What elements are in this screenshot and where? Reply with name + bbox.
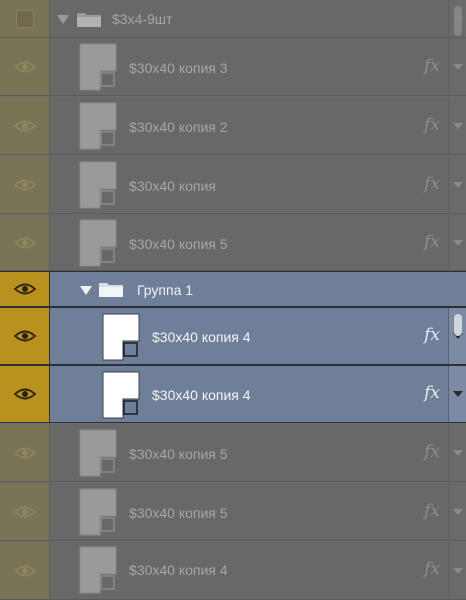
- visibility-toggle[interactable]: [0, 97, 50, 154]
- layer-row[interactable]: $30x40 копия 2 fx: [0, 97, 466, 155]
- layer-name: $30x40 копия 2: [129, 119, 228, 135]
- fx-icon[interactable]: fx: [424, 501, 440, 521]
- eye-icon[interactable]: [13, 329, 36, 343]
- visibility-toggle[interactable]: [0, 424, 50, 481]
- layer-thumbnail: [79, 161, 117, 209]
- fx-icon[interactable]: fx: [424, 115, 440, 135]
- fx-icon[interactable]: fx: [424, 325, 440, 345]
- layer-thumbnail: [102, 313, 140, 361]
- layer-name: $30x40 копия 4: [129, 562, 228, 578]
- layer-thumbnail: [79, 429, 117, 477]
- fx-icon[interactable]: fx: [424, 442, 440, 462]
- eye-icon[interactable]: [13, 564, 36, 578]
- folder-icon: [99, 283, 123, 297]
- eye-icon[interactable]: [13, 387, 36, 401]
- layer-options-menu[interactable]: [448, 38, 466, 95]
- fx-icon[interactable]: fx: [424, 56, 440, 76]
- layer-options-menu[interactable]: [448, 97, 466, 154]
- disclosure-triangle-icon[interactable]: [80, 286, 92, 295]
- layer-row[interactable]: $30x40 копия 3 fx: [0, 38, 466, 96]
- layer-thumbnail: [79, 546, 117, 594]
- visibility-toggle[interactable]: [0, 38, 50, 95]
- layer-options-menu[interactable]: [448, 483, 466, 540]
- eye-icon[interactable]: [13, 236, 36, 250]
- layer-group-row[interactable]: $3x4-9шт: [0, 0, 466, 38]
- layer-thumbnail: [79, 488, 117, 536]
- layer-options-menu[interactable]: [448, 156, 466, 213]
- layer-thumbnail: [79, 43, 117, 91]
- eye-icon[interactable]: [13, 505, 36, 519]
- layer-row[interactable]: $30x40 копия 5 fx: [0, 215, 466, 271]
- scrollbar-thumb[interactable]: [454, 314, 462, 336]
- eye-icon[interactable]: [13, 119, 36, 133]
- visibility-toggle[interactable]: [0, 308, 50, 364]
- visibility-toggle[interactable]: [0, 215, 50, 270]
- layer-name: $30x40 копия 3: [129, 60, 228, 76]
- layer-row[interactable]: $30x40 копия 5 fx: [0, 483, 466, 541]
- scrollbar-thumb[interactable]: [454, 6, 462, 36]
- fx-icon[interactable]: fx: [424, 383, 440, 403]
- eye-icon[interactable]: [13, 446, 36, 460]
- layer-group-name: $3x4-9шт: [112, 11, 173, 27]
- layer-thumbnail: [102, 371, 140, 419]
- layer-row-selected[interactable]: $30x40 копия 4 fx: [0, 307, 466, 365]
- disclosure-triangle-icon[interactable]: [57, 15, 69, 24]
- eye-icon[interactable]: [13, 178, 36, 192]
- layer-name: $30x40 копия: [129, 178, 216, 194]
- fx-icon[interactable]: fx: [424, 232, 440, 252]
- visibility-toggle[interactable]: [0, 0, 50, 37]
- fx-icon[interactable]: fx: [424, 174, 440, 194]
- layer-thumbnail: [79, 219, 117, 267]
- layer-row-selected[interactable]: $30x40 копия 4 fx: [0, 365, 466, 423]
- visibility-toggle[interactable]: [0, 366, 50, 422]
- layer-name: $30x40 копия 5: [129, 446, 228, 462]
- layers-panel: $3x4-9шт $30x40 копия 3 fx $30x40 копия …: [0, 0, 466, 600]
- eye-icon[interactable]: [13, 60, 36, 74]
- visibility-checkbox[interactable]: [15, 9, 34, 28]
- layer-name: $30x40 копия 5: [129, 236, 228, 252]
- layer-group-name: Группа 1: [137, 282, 194, 298]
- folder-icon: [77, 13, 101, 27]
- layer-name: $30x40 копия 4: [152, 329, 251, 345]
- layer-row[interactable]: $30x40 копия 5 fx: [0, 424, 466, 482]
- layer-options-menu[interactable]: [448, 215, 466, 270]
- layer-row[interactable]: $30x40 копия 4 fx: [0, 542, 466, 600]
- visibility-toggle[interactable]: [0, 272, 50, 306]
- layer-group-row-selected[interactable]: Группа 1: [0, 271, 466, 307]
- layer-options-menu[interactable]: [448, 366, 466, 422]
- layer-name: $30x40 копия 5: [129, 505, 228, 521]
- visibility-toggle[interactable]: [0, 156, 50, 213]
- visibility-toggle[interactable]: [0, 483, 50, 540]
- layer-thumbnail: [79, 102, 117, 150]
- layer-options-menu[interactable]: [448, 424, 466, 481]
- layer-options-menu[interactable]: [448, 542, 466, 599]
- eye-icon[interactable]: [13, 282, 36, 296]
- layer-name: $30x40 копия 4: [152, 387, 251, 403]
- visibility-toggle[interactable]: [0, 542, 50, 599]
- layer-row[interactable]: $30x40 копия fx: [0, 156, 466, 214]
- fx-icon[interactable]: fx: [424, 559, 440, 579]
